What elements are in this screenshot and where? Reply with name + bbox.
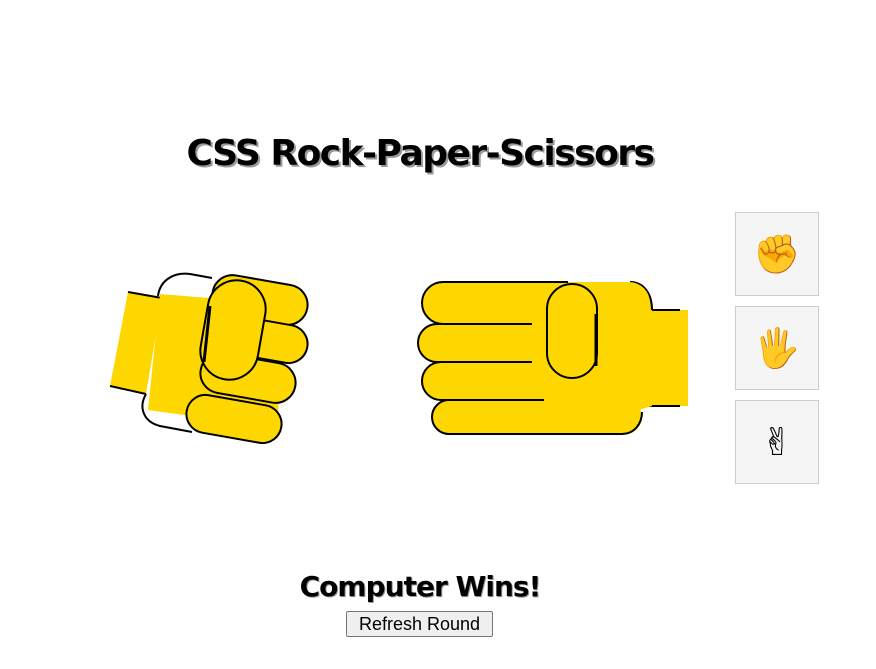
victory-hand-icon: ✌	[761, 420, 793, 464]
game-page: CSS Rock-Paper-Scissors ✊ 🖐 ✌ Computer W…	[0, 0, 876, 669]
rock-choice-button[interactable]: ✊	[735, 212, 819, 296]
refresh-round-button[interactable]: Refresh Round	[346, 611, 493, 637]
choice-buttons: ✊ 🖐 ✌	[735, 212, 819, 494]
raised-fist-icon: ✊	[753, 232, 801, 276]
page-title: CSS Rock-Paper-Scissors	[186, 133, 655, 175]
scissors-choice-button[interactable]: ✌	[735, 400, 819, 484]
player-fist-hand-icon	[109, 272, 309, 445]
raised-hand-icon: 🖐	[753, 326, 801, 370]
result-text: Computer Wins!	[299, 570, 542, 604]
paper-choice-button[interactable]: 🖐	[735, 306, 819, 390]
computer-open-hand-icon	[417, 281, 688, 435]
